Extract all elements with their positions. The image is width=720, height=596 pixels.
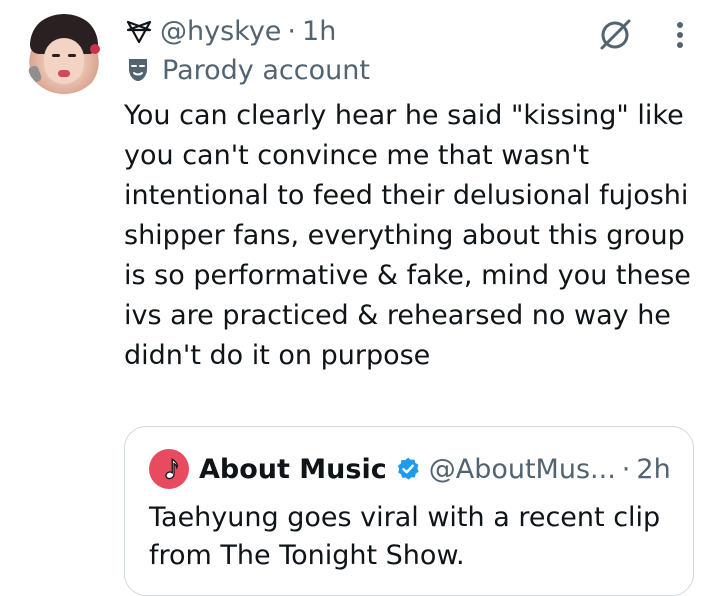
quoted-time[interactable]: 2h (636, 454, 670, 485)
avatar[interactable] (24, 14, 104, 94)
quoted-tweet-header: About Music @AboutMus... · 2h (149, 449, 671, 489)
tweet-header: @hyskye · 1h (126, 13, 336, 49)
quoted-handle[interactable]: @AboutMus... (429, 454, 616, 485)
quoted-tweet-card[interactable]: About Music @AboutMus... · 2h Taehyung g… (124, 426, 694, 596)
avatar-eye (52, 54, 60, 57)
parody-label: Parody account (162, 54, 370, 86)
verified-badge-icon (397, 457, 419, 480)
quoted-display-name[interactable]: About Music (199, 454, 387, 485)
avatar-face (44, 38, 84, 84)
separator-dot: · (287, 15, 297, 47)
mask-icon (129, 59, 147, 81)
quoted-tweet-text: Taehyung goes viral with a recent clip f… (149, 502, 661, 571)
more-vertical-icon[interactable] (670, 18, 690, 48)
tweet-time[interactable]: 1h (302, 16, 336, 47)
avatar-eye (68, 54, 76, 57)
pentagram-icon (126, 20, 152, 44)
tweet-text: You can clearly hear he said "kissing" l… (124, 100, 691, 371)
avatar-accent (90, 44, 100, 54)
parody-label-row: Parody account (126, 52, 370, 88)
music-note-icon[interactable] (149, 449, 189, 489)
grok-icon[interactable] (596, 16, 634, 54)
avatar-mic (27, 64, 43, 84)
user-handle[interactable]: @hyskye (160, 16, 281, 47)
separator-dot: · (621, 453, 631, 485)
avatar-mouth (58, 70, 70, 77)
